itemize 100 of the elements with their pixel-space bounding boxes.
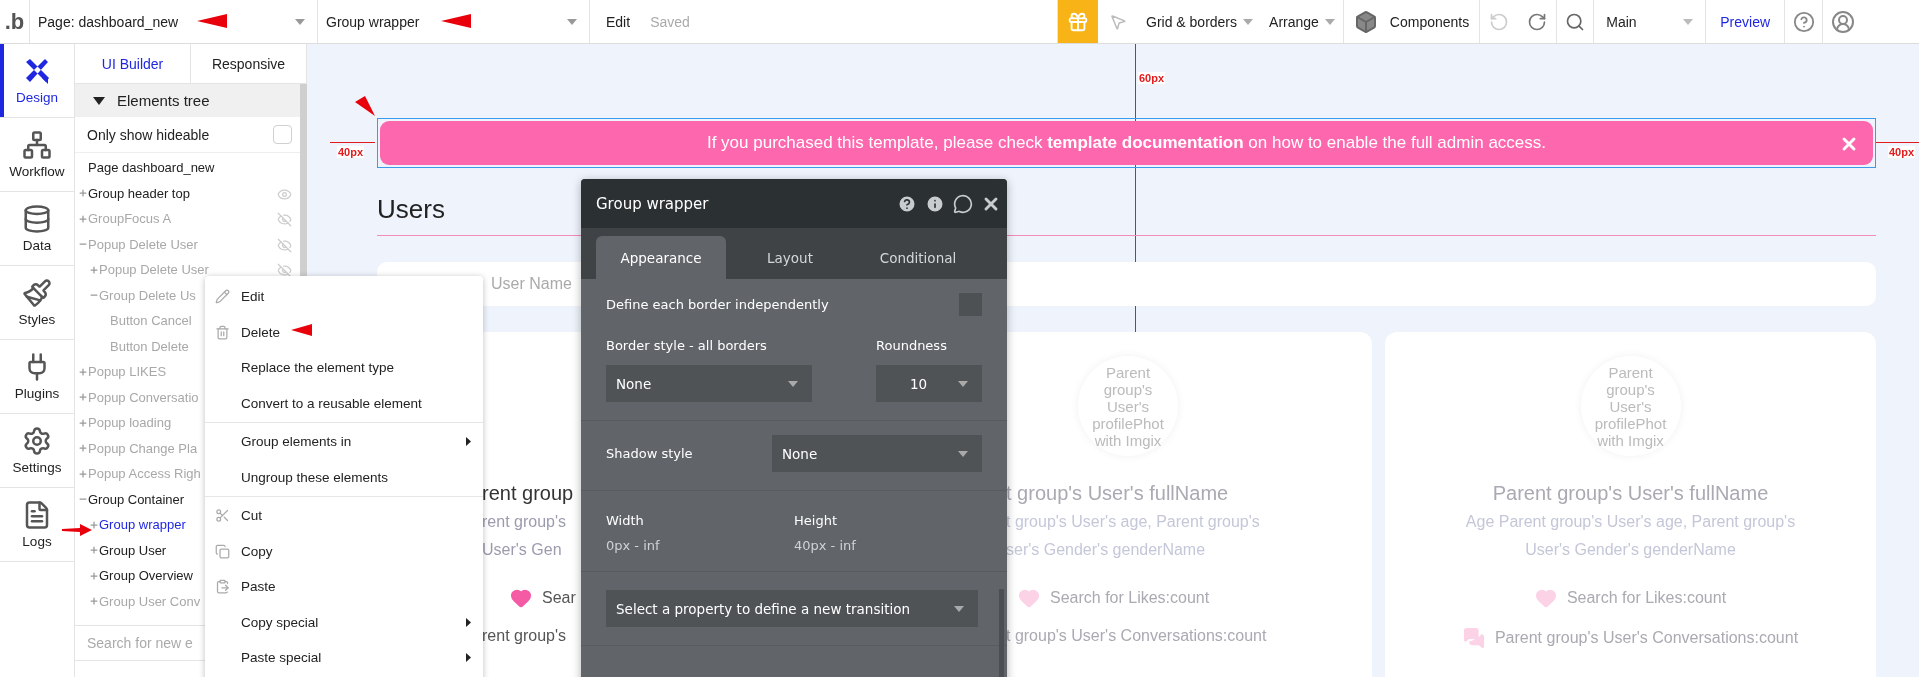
paintbrush-icon	[22, 278, 52, 308]
field-label: Height	[794, 513, 838, 528]
tree-item[interactable]: Group Overview	[99, 568, 193, 584]
paste-icon	[215, 579, 230, 595]
roundness-dropdown[interactable]: 10	[876, 365, 982, 402]
tree-item[interactable]: Group User	[99, 542, 167, 558]
chat-icon	[1462, 627, 1485, 649]
guide-line	[330, 142, 375, 143]
save-status: Saved	[650, 13, 690, 30]
plus-icon[interactable]	[88, 264, 99, 275]
menu-item[interactable]: Edit	[205, 279, 483, 315]
hideable-checkbox[interactable]	[273, 125, 292, 144]
user-details: Age Parent group's User's age, Parent group's	[1465, 512, 1796, 532]
editor-tab[interactable]: Appearance	[596, 236, 726, 279]
pointer-arrow-icon	[62, 524, 92, 536]
likes-count: Search for Likes:count	[1566, 589, 1727, 607]
plus-icon[interactable]	[77, 366, 88, 377]
plus-icon[interactable]	[88, 570, 99, 581]
sidebar-tab[interactable]: Design	[0, 44, 74, 118]
cursor-icon	[1109, 12, 1127, 31]
submenu-arrow-icon	[466, 437, 471, 447]
tree-item[interactable]: Group Container	[88, 491, 185, 507]
eye-slash-icon[interactable]	[277, 212, 292, 227]
plus-icon[interactable]	[77, 468, 88, 479]
plus-icon[interactable]	[88, 596, 99, 607]
distance-label: 60px	[1138, 72, 1166, 84]
trash-icon	[215, 324, 230, 340]
field-label: Shadow style	[606, 446, 693, 461]
user-details: User's Gender's genderName	[1525, 540, 1736, 560]
comment-icon[interactable]	[953, 193, 973, 214]
user-name: t group's User's fullName	[1006, 482, 1229, 505]
menu-item[interactable]: Convert to a reusable element	[205, 385, 483, 421]
components-button[interactable]: Components	[1342, 0, 1481, 43]
help-icon[interactable]	[897, 193, 917, 214]
search-button[interactable]	[1556, 0, 1595, 43]
eye-icon[interactable]	[277, 186, 292, 202]
user-details: User's Gen	[482, 540, 562, 560]
info-icon[interactable]	[925, 193, 945, 214]
distance-label: 40px	[1887, 146, 1915, 158]
avatar-text: Parent	[1105, 363, 1151, 381]
heart-icon	[1018, 587, 1040, 609]
avatar-text: profilePhot	[1594, 414, 1667, 432]
user-details: rent group's	[482, 512, 566, 532]
eye-slash-icon[interactable]	[277, 237, 292, 253]
caret-icon	[567, 18, 577, 25]
gift-button[interactable]	[1058, 0, 1098, 43]
plus-icon[interactable]	[88, 545, 99, 556]
plus-icon[interactable]	[88, 519, 99, 530]
caret-icon	[1324, 18, 1335, 25]
shadow-style-dropdown[interactable]: None	[772, 435, 982, 472]
menu-item[interactable]: Replace the element type	[205, 350, 483, 386]
search-icon	[1565, 11, 1586, 32]
plus-icon[interactable]	[77, 417, 88, 428]
avatar-text: group's	[1606, 380, 1655, 398]
user-name: rent group	[482, 482, 574, 505]
conversations-count: Parent group's User's Conversations:count	[1494, 629, 1799, 647]
menu-item[interactable]: Paste	[205, 569, 483, 605]
tree-item[interactable]: Page dashboard_new	[88, 160, 215, 176]
transition-dropdown[interactable]: Select a property to define a new transition	[606, 590, 978, 627]
user-icon	[1831, 9, 1856, 34]
redo-icon	[1527, 11, 1548, 32]
gift-icon	[1067, 10, 1089, 33]
pointer-arrow-icon	[355, 96, 375, 116]
plus-icon[interactable]	[77, 443, 88, 454]
guide-line	[1876, 142, 1919, 143]
pointer-arrow-icon	[441, 14, 471, 28]
width-value: 0px - inf	[606, 538, 661, 553]
preview-link[interactable]: Preview	[1706, 0, 1785, 43]
menu-item[interactable]: Cut	[205, 498, 483, 534]
menu-item[interactable]: Ungroup these elements	[205, 459, 483, 495]
workflow-icon	[22, 130, 52, 160]
border-style-dropdown[interactable]: None	[606, 365, 812, 402]
field-label: Border style - all borders	[606, 338, 768, 353]
tree-item[interactable]: Group header top	[88, 185, 190, 201]
avatar-text: with Imgix	[1094, 431, 1162, 449]
menu-item[interactable]: Paste special	[205, 640, 483, 676]
user-name: Parent group's User's fullName	[1492, 482, 1769, 505]
menu-item[interactable]: Group elements in	[205, 424, 483, 460]
copy-icon	[215, 543, 230, 559]
edit-link[interactable]: Edit	[606, 13, 631, 30]
menu-item[interactable]: Copy	[205, 533, 483, 569]
editor-title: Group wrapper	[596, 194, 709, 213]
user-details: ser's Gender's genderName	[1006, 540, 1206, 560]
tree-item[interactable]: Group wrapper	[99, 517, 186, 533]
settings-icon	[22, 426, 52, 456]
caret-icon	[954, 605, 964, 612]
pointer-arrow-icon	[291, 324, 312, 336]
menu-item[interactable]: Delete	[205, 314, 483, 350]
caret-icon	[788, 380, 798, 387]
database-icon	[22, 204, 52, 234]
elements-tree-header[interactable]: Elements tree	[75, 84, 300, 117]
submenu-arrow-icon	[466, 653, 471, 663]
avatar-text: User's	[1609, 397, 1652, 415]
plus-icon[interactable]	[77, 213, 88, 224]
conversations-count: t group's User's Conversations:count	[1006, 627, 1267, 645]
plus-icon[interactable]	[77, 392, 88, 403]
menu-item[interactable]: Copy special	[205, 604, 483, 640]
plus-icon[interactable]	[77, 188, 88, 199]
scissors-icon	[215, 508, 230, 524]
field-label: Roundness	[876, 338, 948, 353]
